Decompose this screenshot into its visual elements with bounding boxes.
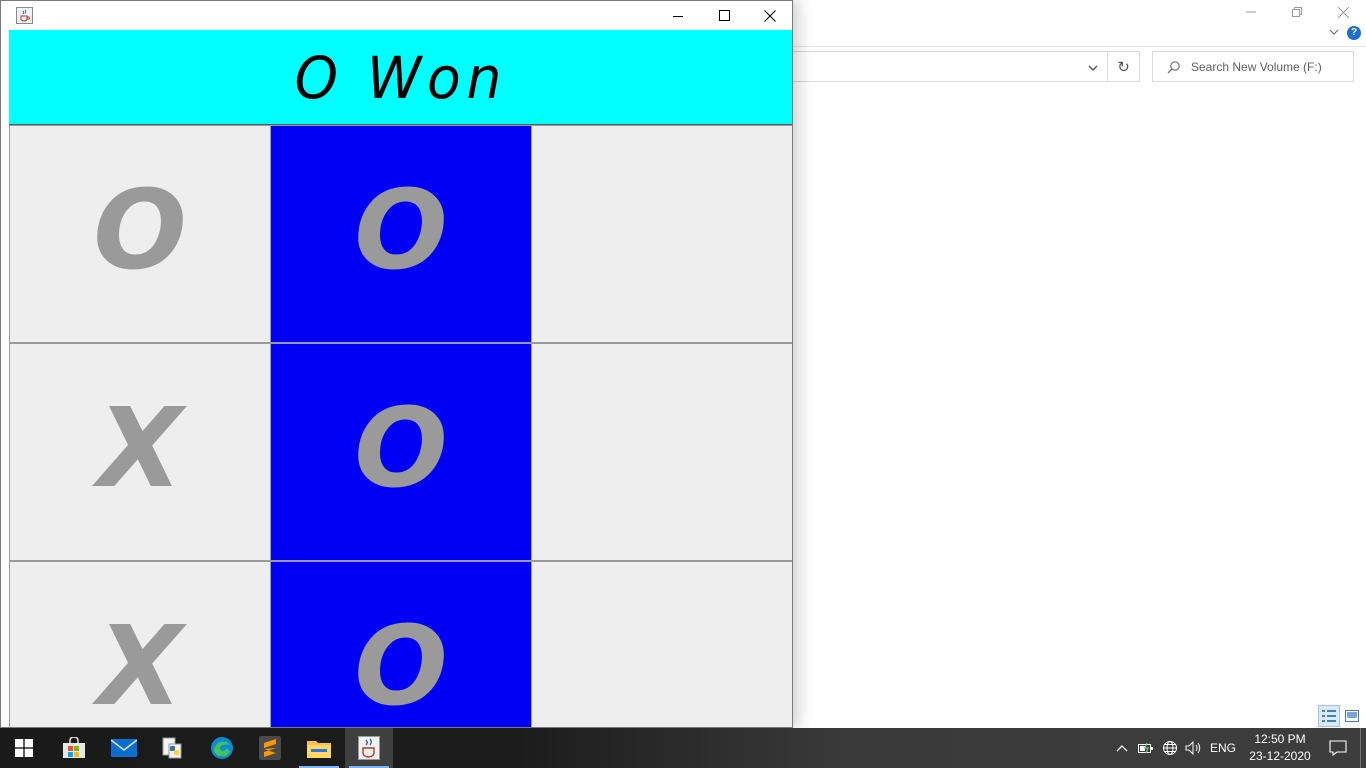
windows-start-icon [15, 739, 33, 757]
sublime-text-icon [259, 736, 281, 760]
ribbon-expand-button[interactable] [1328, 25, 1342, 39]
restore-icon [1292, 7, 1302, 17]
speaker-icon [1185, 740, 1201, 756]
chevron-up-icon [1116, 745, 1128, 752]
explorer-window-controls [1228, 0, 1366, 24]
explorer-minimize-button[interactable] [1228, 0, 1274, 24]
minimize-icon [673, 15, 683, 17]
clock-date: 23-12-2020 [1249, 749, 1311, 763]
ribbon-divider [792, 46, 1366, 47]
large-icons-view-button[interactable] [1341, 705, 1363, 727]
system-tray: ENG 12:50 PM 23-12-2020 [1110, 728, 1366, 768]
sublime-text-taskbar-button[interactable] [246, 728, 294, 768]
minimize-button[interactable] [655, 1, 701, 30]
game-board: O O X O X O [9, 125, 792, 728]
search-icon [1167, 60, 1180, 73]
mail-taskbar-button[interactable] [100, 728, 148, 768]
cell-mark: X [97, 602, 183, 728]
maximize-button[interactable] [701, 1, 747, 30]
search-box[interactable]: Search New Volume (F:) [1152, 51, 1354, 82]
board-cell-7[interactable]: X [10, 562, 270, 728]
board-cell-4[interactable]: X [10, 344, 270, 560]
mail-icon [111, 739, 137, 757]
file-explorer-icon [307, 741, 331, 758]
edge-taskbar-button[interactable] [198, 728, 246, 768]
address-dropdown-button[interactable] [1087, 61, 1099, 73]
file-explorer-taskbar-button[interactable] [295, 728, 343, 768]
close-icon [1337, 6, 1349, 18]
clock[interactable]: 12:50 PM 23-12-2020 [1244, 731, 1316, 765]
explorer-close-button[interactable] [1320, 0, 1366, 24]
board-cell-2[interactable]: O [271, 126, 531, 342]
status-banner: O Won [9, 30, 792, 125]
java-cup-icon [20, 9, 30, 22]
network-tray-button[interactable] [1158, 728, 1182, 768]
edge-icon [211, 737, 233, 759]
cell-mark: O [354, 166, 448, 294]
python-taskbar-button[interactable] [148, 728, 196, 768]
globe-network-icon [1162, 741, 1177, 755]
refresh-icon: ↻ [1117, 58, 1130, 76]
java-app-icon [358, 736, 380, 760]
board-cell-1[interactable]: O [10, 126, 270, 342]
board-cell-6[interactable] [532, 344, 792, 560]
board-cell-5[interactable]: O [271, 344, 531, 560]
refresh-button[interactable]: ↻ [1108, 51, 1140, 82]
cell-mark: O [354, 602, 448, 728]
close-button[interactable] [747, 1, 792, 30]
java-app-taskbar-button[interactable] [345, 728, 393, 768]
board-cell-3[interactable] [532, 126, 792, 342]
game-status-text: O Won [294, 44, 507, 112]
chevron-down-icon [1088, 65, 1098, 71]
cell-mark: O [354, 384, 448, 512]
large-icons-view-icon [1345, 710, 1359, 722]
chevron-down-icon [1329, 29, 1339, 35]
help-icon[interactable]: ? [1347, 26, 1361, 40]
title-bar[interactable] [1, 0, 792, 30]
microsoft-store-taskbar-button[interactable] [50, 728, 98, 768]
details-view-button[interactable] [1318, 705, 1340, 727]
action-center-button[interactable] [1316, 728, 1360, 768]
cell-mark: X [97, 384, 183, 512]
show-hidden-icons-button[interactable] [1110, 728, 1134, 768]
clock-time: 12:50 PM [1254, 732, 1306, 746]
cell-mark: O [93, 166, 187, 294]
board-cell-8[interactable]: O [271, 562, 531, 728]
maximize-icon [718, 10, 730, 21]
volume-tray-button[interactable] [1182, 728, 1206, 768]
board-cell-9[interactable] [532, 562, 792, 727]
show-desktop-button[interactable] [1360, 728, 1366, 768]
taskbar: ENG 12:50 PM 23-12-2020 [0, 728, 1366, 768]
java-app-icon[interactable] [16, 7, 33, 24]
explorer-restore-button[interactable] [1274, 0, 1320, 24]
input-language-indicator[interactable]: ENG [1206, 741, 1244, 755]
python-icon [162, 737, 182, 759]
close-icon [764, 9, 776, 22]
notification-icon [1329, 740, 1347, 756]
minimize-icon [1246, 11, 1256, 13]
battery-icon [1137, 742, 1153, 754]
battery-tray-button[interactable] [1134, 728, 1158, 768]
address-bar[interactable] [792, 51, 1108, 82]
search-input[interactable]: Search New Volume (F:) [1191, 60, 1322, 74]
start-button[interactable] [0, 728, 48, 768]
tic-tac-toe-window: O Won O O X O X O [0, 0, 793, 728]
microsoft-store-icon [63, 737, 85, 758]
details-view-icon [1322, 710, 1336, 722]
